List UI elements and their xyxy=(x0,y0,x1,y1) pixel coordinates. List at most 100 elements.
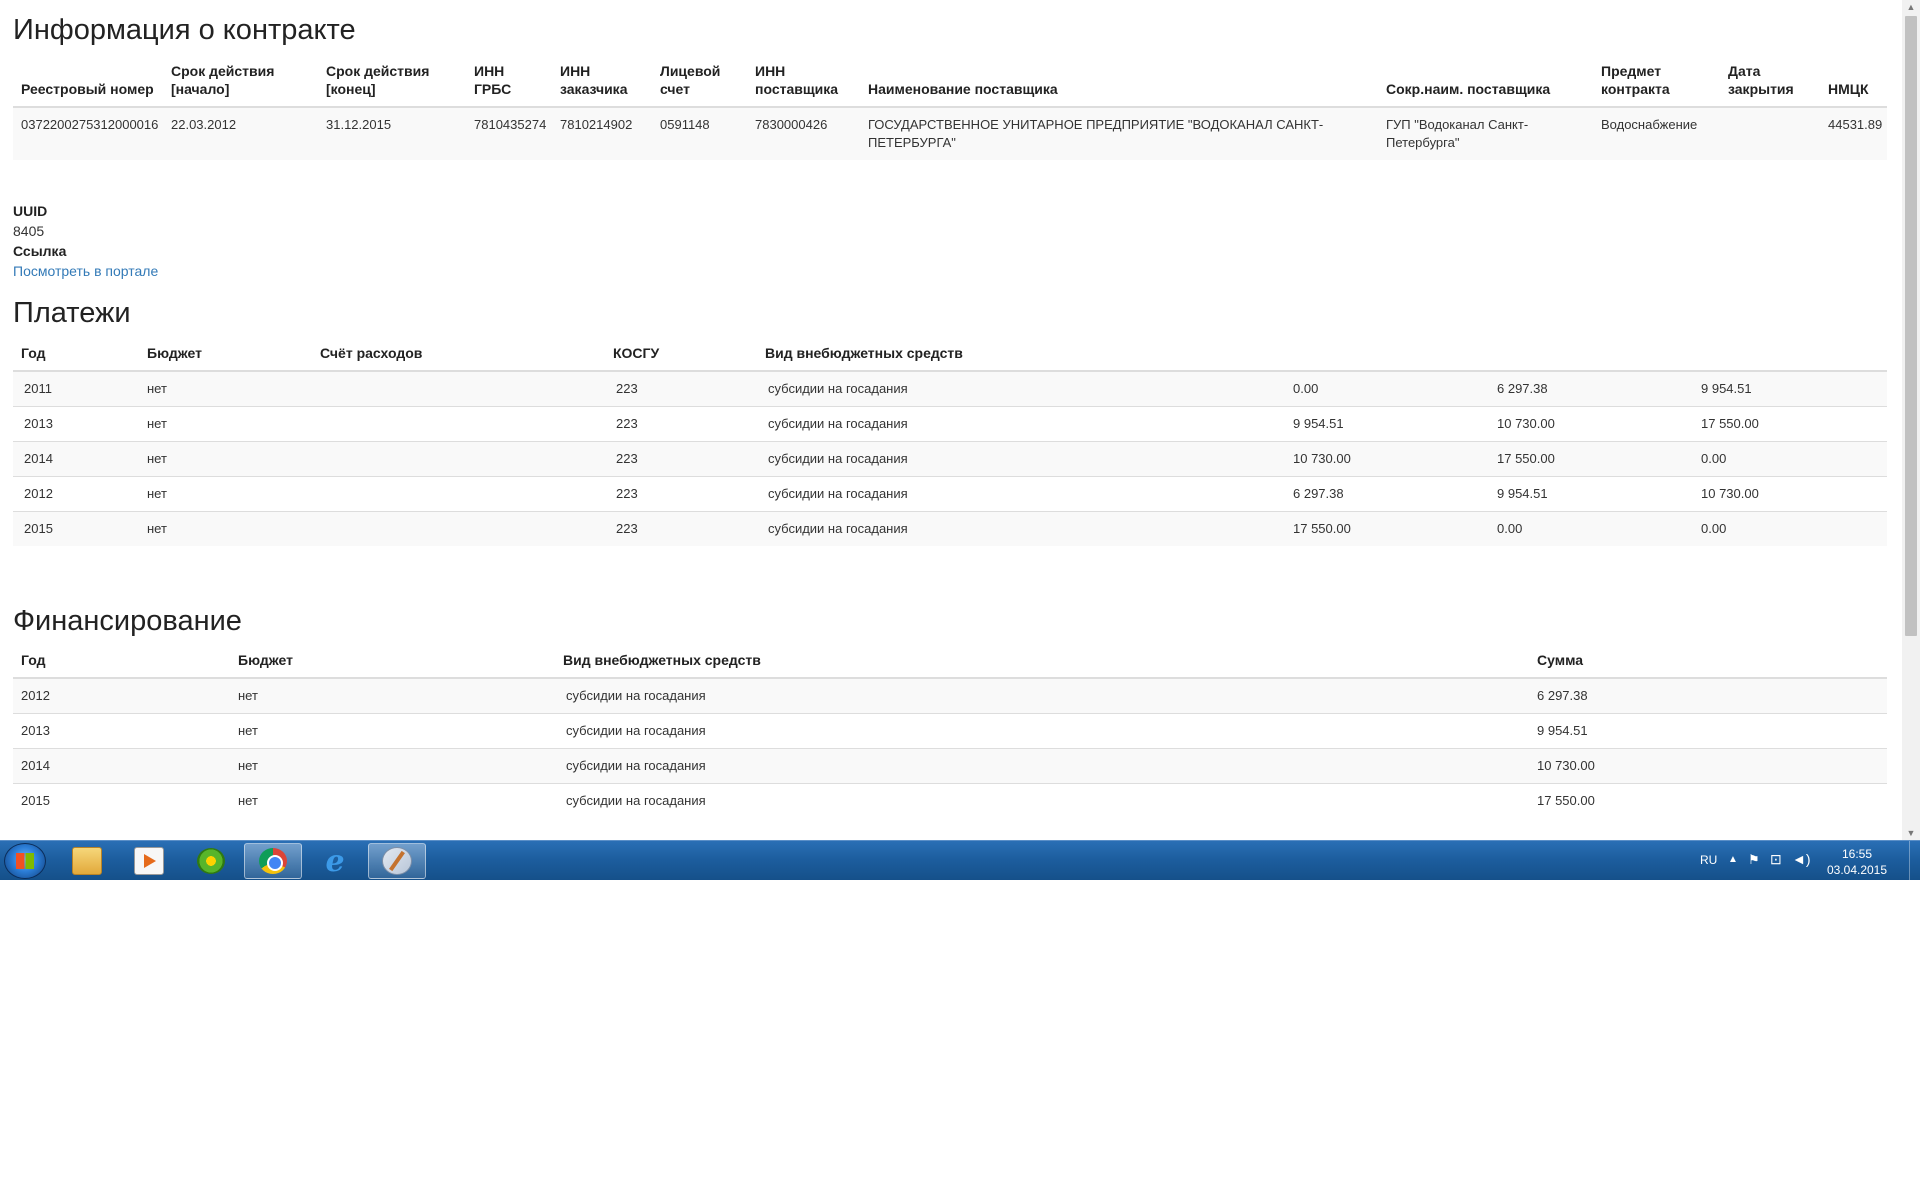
col-supplier-short: Сокр.наим. поставщика xyxy=(1378,60,1593,108)
sum: 10 730.00 xyxy=(1529,748,1887,784)
network-icon[interactable]: ⊡ xyxy=(1770,851,1782,868)
language-indicator[interactable]: RU xyxy=(1700,853,1717,867)
financing-table: Год Бюджет Вид внебюджетных средств Сумм… xyxy=(13,645,1887,818)
table-row: 2011 нет 223 субсидии на госадания 0.00 6 297… xyxy=(13,370,1887,407)
amount-1: 9 954.51 xyxy=(1282,406,1486,442)
budget: нет xyxy=(139,406,312,442)
contract-table: Реестровый номер Срок действия [начало] … xyxy=(13,60,1887,160)
extrabudget-type: субсидии на госадания xyxy=(555,713,1529,749)
col-budget: Бюджет xyxy=(139,338,312,372)
kosgu: 223 xyxy=(605,406,757,442)
extrabudget-type: субсидии на госадания xyxy=(757,441,1282,477)
amount-3: 0.00 xyxy=(1690,441,1887,477)
col-budget: Бюджет xyxy=(230,645,555,679)
financing-heading: Финансирование xyxy=(13,605,242,637)
subject: Водоснабжение xyxy=(1593,106,1720,160)
portal-link[interactable]: Посмотреть в портале xyxy=(13,263,158,279)
col-inn-grbs: ИНН ГРБС xyxy=(466,60,552,108)
account: 0591148 xyxy=(652,106,747,160)
action-center-flag-icon[interactable]: ⚑ xyxy=(1748,852,1760,868)
paint-button[interactable] xyxy=(368,843,426,879)
link-label: Ссылка xyxy=(13,243,67,259)
show-hidden-icons-icon[interactable]: ▲ xyxy=(1728,854,1738,865)
scroll-down-arrow-icon[interactable]: ▼ xyxy=(1902,826,1920,840)
taskbar: e RU ▲ ⚑ ⊡ ◄) 16:55 03.04.2015 xyxy=(0,840,1920,881)
payments-header-row: Год Бюджет Счёт расходов КОСГУ Вид внебю… xyxy=(13,338,1887,372)
inn-grbs: 7810435274 xyxy=(466,106,552,160)
budget: нет xyxy=(139,476,312,512)
table-row: 0372200275312000016 22.03.2012 31.12.201… xyxy=(13,106,1887,160)
scroll-up-arrow-icon[interactable]: ▲ xyxy=(1902,0,1920,14)
amount-3: 17 550.00 xyxy=(1690,406,1887,442)
budget: нет xyxy=(230,713,555,749)
year: 2015 xyxy=(13,783,230,818)
explorer-button[interactable] xyxy=(58,843,116,879)
year: 2011 xyxy=(13,370,139,407)
expense-account xyxy=(312,476,605,512)
amount-1: 10 730.00 xyxy=(1282,441,1486,477)
supplier-name: ГОСУДАРСТВЕННОЕ УНИТАРНОЕ ПРЕДПРИЯТИЕ "В… xyxy=(860,106,1378,160)
chrome-button[interactable] xyxy=(244,843,302,879)
scroll-thumb[interactable] xyxy=(1905,16,1917,636)
extrabudget-type: субсидии на госадания xyxy=(757,476,1282,512)
year: 2013 xyxy=(13,713,230,749)
amount-2: 9 954.51 xyxy=(1486,476,1690,512)
sum: 6 297.38 xyxy=(1529,677,1887,714)
col-amount-1 xyxy=(1282,338,1486,372)
windows-start-icon[interactable] xyxy=(4,843,46,879)
expense-account xyxy=(312,511,605,546)
kosgu: 223 xyxy=(605,370,757,407)
kosgu: 223 xyxy=(605,476,757,512)
icq-button[interactable] xyxy=(182,843,240,879)
media-player-icon xyxy=(134,847,164,875)
col-amount-3 xyxy=(1690,338,1887,372)
extrabudget-type: субсидии на госадания xyxy=(555,783,1529,818)
table-row: 2014 нет 223 субсидии на госадания 10 730.00… xyxy=(13,441,1887,477)
amount-2: 6 297.38 xyxy=(1486,370,1690,407)
table-row: 2013 нет субсидии на госадания 9 954.51 xyxy=(13,713,1887,749)
col-amount-2 xyxy=(1486,338,1690,372)
expense-account xyxy=(312,370,605,407)
budget: нет xyxy=(230,748,555,784)
extrabudget-type: субсидии на госадания xyxy=(757,511,1282,546)
payments-table: Год Бюджет Счёт расходов КОСГУ Вид внебю… xyxy=(13,338,1887,546)
year: 2014 xyxy=(13,748,230,784)
col-extrabudget-type: Вид внебюджетных средств xyxy=(555,645,1529,679)
col-kosgu: КОСГУ xyxy=(605,338,757,372)
icq-icon xyxy=(197,848,225,874)
col-term-start: Срок действия [начало] xyxy=(163,60,318,108)
extrabudget-type: субсидии на госадания xyxy=(555,677,1529,714)
amount-2: 10 730.00 xyxy=(1486,406,1690,442)
clock-date: 03.04.2015 xyxy=(1826,863,1888,877)
expense-account xyxy=(312,406,605,442)
amount-1: 6 297.38 xyxy=(1282,476,1486,512)
internet-explorer-icon: e xyxy=(325,843,345,879)
inn-customer: 7810214902 xyxy=(552,106,652,160)
amount-3: 9 954.51 xyxy=(1690,370,1887,407)
amount-1: 17 550.00 xyxy=(1282,511,1486,546)
term-end: 31.12.2015 xyxy=(318,106,466,160)
clock[interactable]: 16:55 03.04.2015 xyxy=(1824,846,1890,878)
col-year: Год xyxy=(13,645,230,679)
year: 2012 xyxy=(13,677,230,714)
col-subject: Предмет контракта xyxy=(1593,60,1720,108)
volume-icon[interactable]: ◄) xyxy=(1792,851,1811,867)
extrabudget-type: субсидии на госадания xyxy=(757,370,1282,407)
ie-button[interactable]: e xyxy=(306,843,364,879)
contract-header-row: Реестровый номер Срок действия [начало] … xyxy=(13,60,1887,108)
media-player-button[interactable] xyxy=(120,843,178,879)
col-supplier-name: Наименование поставщика xyxy=(860,60,1378,108)
year: 2012 xyxy=(13,476,139,512)
kosgu: 223 xyxy=(605,441,757,477)
col-nmck: НМЦК xyxy=(1820,60,1887,108)
year: 2014 xyxy=(13,441,139,477)
chrome-icon xyxy=(259,848,287,874)
budget: нет xyxy=(139,370,312,407)
amount-2: 0.00 xyxy=(1486,511,1690,546)
vertical-scrollbar[interactable]: ▲ ▼ xyxy=(1902,0,1920,840)
amount-2: 17 550.00 xyxy=(1486,441,1690,477)
show-desktop-button[interactable] xyxy=(1909,841,1920,881)
col-inn-supplier: ИНН поставщика xyxy=(747,60,860,108)
budget: нет xyxy=(230,677,555,714)
col-extrabudget-type: Вид внебюджетных средств xyxy=(757,338,1282,372)
